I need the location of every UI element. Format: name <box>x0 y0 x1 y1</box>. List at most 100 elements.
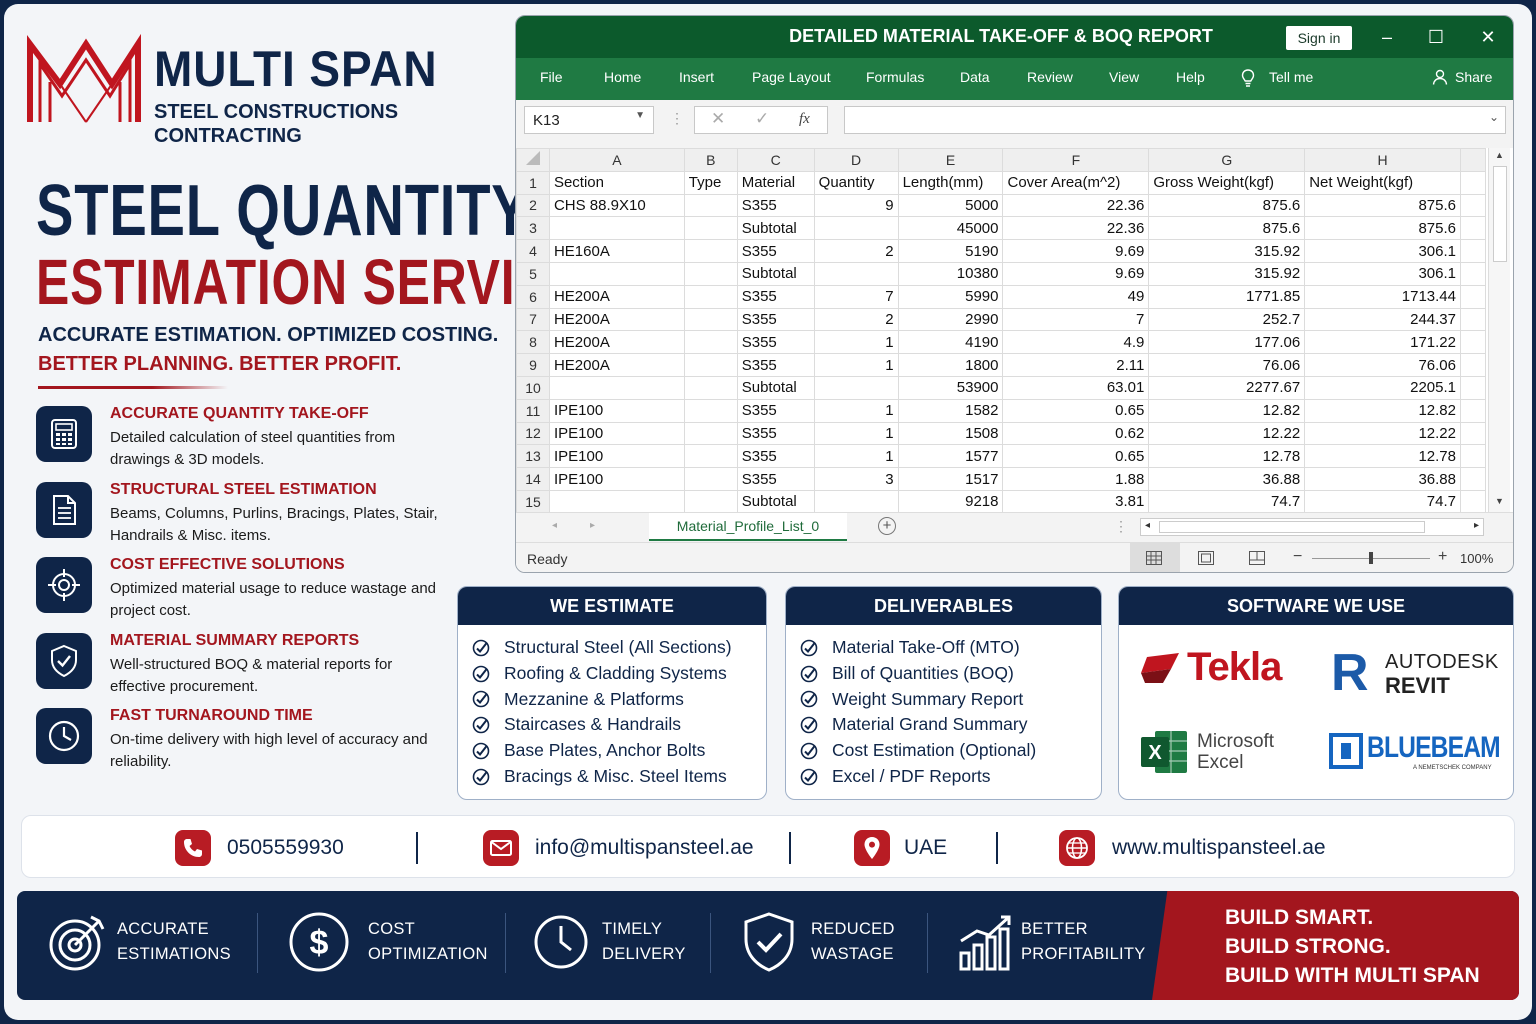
table-cell[interactable]: 2 <box>813 239 899 263</box>
more-options-icon[interactable]: ⋮ <box>670 110 684 127</box>
table-cell[interactable]: 2205.1 <box>1304 375 1461 400</box>
table-cell[interactable]: 5990 <box>897 284 1004 309</box>
table-cell[interactable]: S355 <box>736 284 815 309</box>
ribbon-tab-insert[interactable]: Insert <box>679 69 714 85</box>
tell-me-search[interactable]: Tell me <box>1269 69 1313 85</box>
row-header[interactable]: 5 <box>516 261 550 286</box>
table-cell[interactable]: 875.6 <box>1148 216 1306 241</box>
table-cell[interactable] <box>548 489 685 514</box>
table-cell[interactable]: 49 <box>1002 284 1150 309</box>
table-cell[interactable] <box>1460 284 1486 309</box>
expand-formula-icon[interactable]: ⌄ <box>1489 110 1499 124</box>
share-button[interactable]: Share <box>1455 69 1492 85</box>
scroll-down-icon[interactable]: ▼ <box>1495 496 1504 506</box>
table-cell[interactable]: 244.37 <box>1304 307 1461 332</box>
name-box[interactable]: K13 ▼ <box>524 106 654 134</box>
scroll-up-icon[interactable]: ▲ <box>1495 150 1504 160</box>
table-cell[interactable] <box>683 467 738 491</box>
table-cell[interactable] <box>1460 170 1486 195</box>
table-cell[interactable] <box>1460 353 1486 377</box>
maximize-icon[interactable]: ☐ <box>1421 24 1451 50</box>
table-cell[interactable]: HE160A <box>548 239 685 263</box>
table-cell[interactable]: S355 <box>736 421 815 446</box>
zoom-level[interactable]: 100% <box>1460 551 1493 566</box>
table-cell[interactable]: IPE100 <box>548 467 685 491</box>
row-header[interactable]: 7 <box>516 307 550 332</box>
scroll-right-icon[interactable]: ▸ <box>1474 520 1479 531</box>
table-cell[interactable]: 0.62 <box>1002 421 1150 446</box>
row-header[interactable]: 12 <box>516 421 550 446</box>
table-cell[interactable]: 171.22 <box>1304 330 1461 355</box>
table-cell[interactable] <box>683 353 738 377</box>
page-layout-view-icon[interactable] <box>1198 551 1214 565</box>
horizontal-scrollbar[interactable]: ◂ ▸ <box>1140 518 1484 536</box>
tab-scroll-left-icon[interactable]: ◂ <box>552 520 557 531</box>
table-cell[interactable] <box>548 375 685 400</box>
table-cell[interactable]: 1508 <box>897 421 1004 446</box>
vertical-scrollbar[interactable]: ▲ ▼ <box>1488 148 1510 512</box>
table-cell[interactable]: 1800 <box>897 353 1004 377</box>
table-cell[interactable]: 177.06 <box>1148 330 1306 355</box>
table-cell[interactable]: 3 <box>813 467 899 491</box>
table-cell[interactable]: 315.92 <box>1148 239 1306 263</box>
table-cell[interactable]: S355 <box>736 467 815 491</box>
table-cell[interactable]: 9.69 <box>1002 261 1150 286</box>
row-header[interactable]: 2 <box>516 193 550 218</box>
page-break-view-icon[interactable] <box>1249 551 1265 565</box>
table-cell[interactable]: 875.6 <box>1148 193 1306 218</box>
table-cell[interactable] <box>1460 330 1486 355</box>
table-cell[interactable]: 74.7 <box>1304 489 1461 514</box>
column-header[interactable]: C <box>736 148 815 172</box>
table-cell[interactable]: CHS 88.9X10 <box>548 193 685 218</box>
table-cell[interactable] <box>683 239 738 263</box>
table-cell[interactable] <box>548 216 685 241</box>
row-header[interactable]: 9 <box>516 353 550 377</box>
table-cell[interactable] <box>1460 216 1486 241</box>
table-cell[interactable] <box>813 489 899 514</box>
table-cell[interactable]: 22.36 <box>1002 216 1150 241</box>
table-cell[interactable] <box>683 307 738 332</box>
ribbon-tab-help[interactable]: Help <box>1176 69 1205 85</box>
column-header[interactable]: F <box>1002 148 1150 172</box>
table-cell[interactable] <box>683 444 738 469</box>
ribbon-tab-file[interactable]: File <box>540 69 563 85</box>
table-cell[interactable] <box>813 375 899 400</box>
table-cell[interactable]: 1713.44 <box>1304 284 1461 309</box>
table-cell[interactable] <box>813 216 899 241</box>
column-header[interactable]: B <box>683 148 738 172</box>
table-cell[interactable]: 53900 <box>897 375 1004 400</box>
table-cell[interactable]: 10380 <box>897 261 1004 286</box>
table-cell[interactable] <box>1460 398 1486 423</box>
table-cell[interactable]: 63.01 <box>1002 375 1150 400</box>
table-cell[interactable]: S355 <box>736 307 815 332</box>
scroll-thumb[interactable] <box>1493 166 1507 262</box>
add-sheet-icon[interactable]: + <box>878 517 896 535</box>
table-cell[interactable]: Length(mm) <box>897 170 1004 195</box>
scroll-left-icon[interactable]: ◂ <box>1145 520 1150 531</box>
table-cell[interactable]: HE200A <box>548 353 685 377</box>
table-cell[interactable]: 22.36 <box>1002 193 1150 218</box>
table-cell[interactable]: IPE100 <box>548 421 685 446</box>
table-cell[interactable]: 1771.85 <box>1148 284 1306 309</box>
tab-scroll-right-icon[interactable]: ▸ <box>590 520 595 531</box>
table-cell[interactable] <box>1460 421 1486 446</box>
row-header[interactable]: 8 <box>516 330 550 355</box>
table-cell[interactable]: Material <box>736 170 815 195</box>
table-cell[interactable]: 36.88 <box>1148 467 1306 491</box>
ribbon-tab-home[interactable]: Home <box>604 69 641 85</box>
table-cell[interactable]: IPE100 <box>548 398 685 423</box>
table-cell[interactable]: 1582 <box>897 398 1004 423</box>
row-header[interactable]: 3 <box>516 216 550 241</box>
more-options-icon[interactable]: ⋮ <box>1114 518 1128 535</box>
cancel-icon[interactable]: ✕ <box>711 109 725 129</box>
table-cell[interactable]: 4.9 <box>1002 330 1150 355</box>
table-cell[interactable]: 1 <box>813 444 899 469</box>
formula-input[interactable]: ⌄ <box>844 106 1506 134</box>
sign-in-button[interactable]: Sign in <box>1286 26 1352 50</box>
table-cell[interactable]: S355 <box>736 353 815 377</box>
table-cell[interactable] <box>1460 444 1486 469</box>
table-cell[interactable]: 9218 <box>897 489 1004 514</box>
table-cell[interactable]: Section <box>548 170 685 195</box>
row-header[interactable]: 4 <box>516 239 550 263</box>
table-cell[interactable]: 5000 <box>897 193 1004 218</box>
